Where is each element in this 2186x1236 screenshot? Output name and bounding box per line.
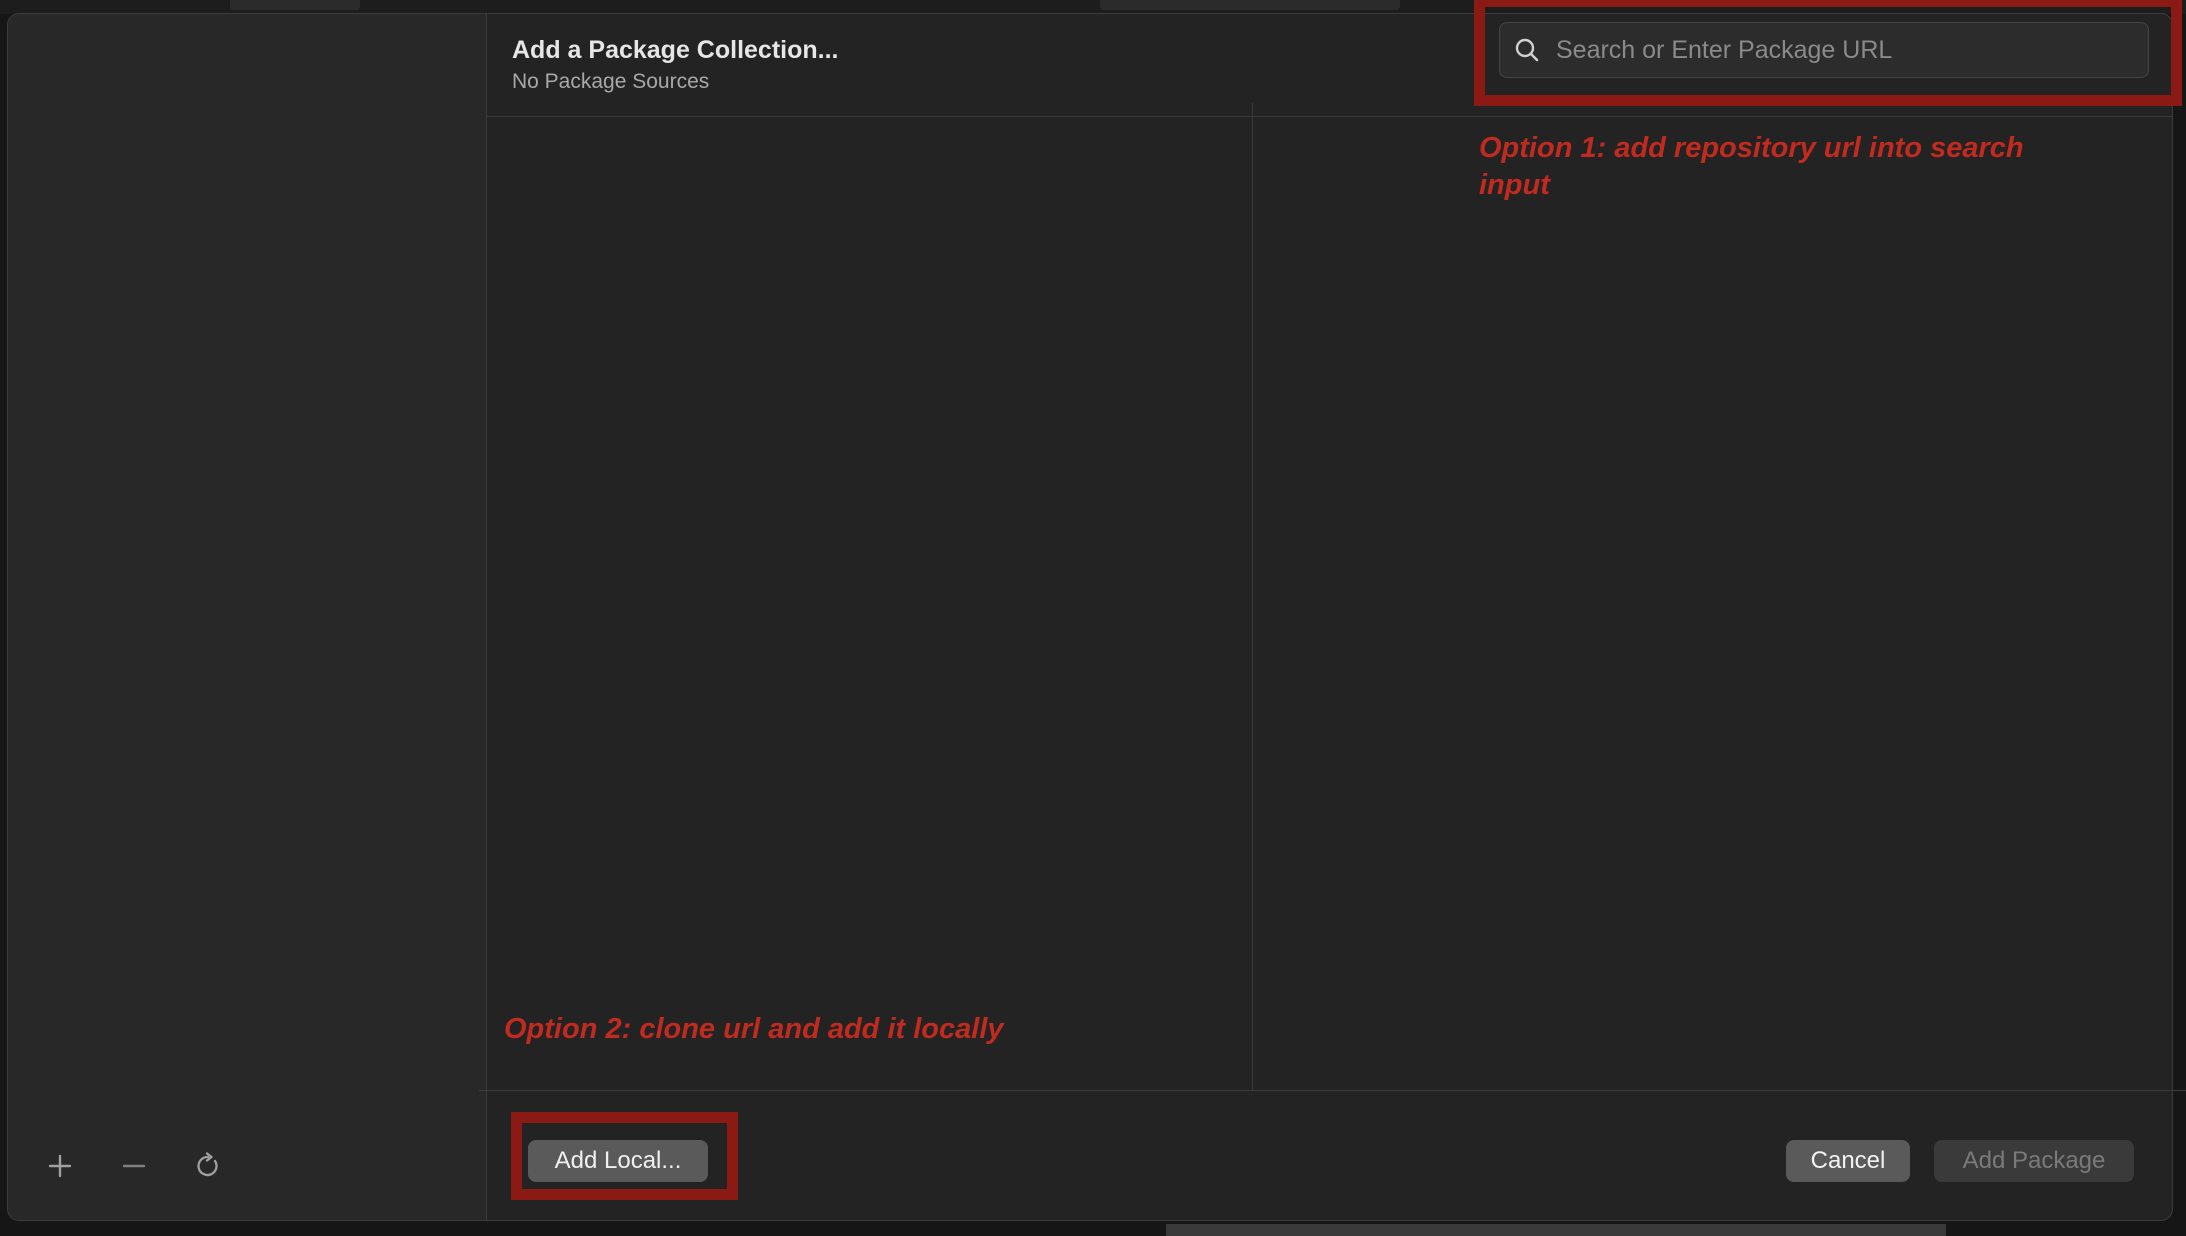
background-tab: [1100, 0, 1400, 10]
collections-sidebar: [8, 14, 487, 1220]
add-package-button[interactable]: Add Package: [1934, 1140, 2134, 1182]
add-collection-button[interactable]: [42, 1148, 78, 1184]
package-list-pane: [479, 103, 1253, 1090]
add-local-button[interactable]: Add Local...: [528, 1140, 708, 1182]
cancel-button[interactable]: Cancel: [1786, 1140, 1910, 1182]
remove-collection-button[interactable]: [116, 1148, 152, 1184]
package-detail-pane: [1253, 103, 2186, 1090]
package-search-field[interactable]: [1499, 22, 2149, 78]
search-icon: [1514, 37, 1540, 63]
search-input[interactable]: [1554, 34, 2148, 66]
minus-icon: [122, 1164, 146, 1168]
background-tab: [230, 0, 360, 10]
annotation-option-2: Option 2: clone url and add it locally: [504, 1013, 1004, 1045]
page-title: Add a Package Collection...: [512, 36, 839, 64]
refresh-icon: [197, 1152, 218, 1177]
page-subtitle: No Package Sources: [512, 70, 710, 93]
screen: Add a Package Collection... No Package S…: [0, 0, 2186, 1236]
sidebar-toolbar: [42, 1148, 226, 1184]
annotation-option-1: Option 1: add repository url into search…: [1479, 132, 2024, 201]
refresh-collections-button[interactable]: [190, 1148, 226, 1184]
plus-icon: [48, 1154, 72, 1178]
